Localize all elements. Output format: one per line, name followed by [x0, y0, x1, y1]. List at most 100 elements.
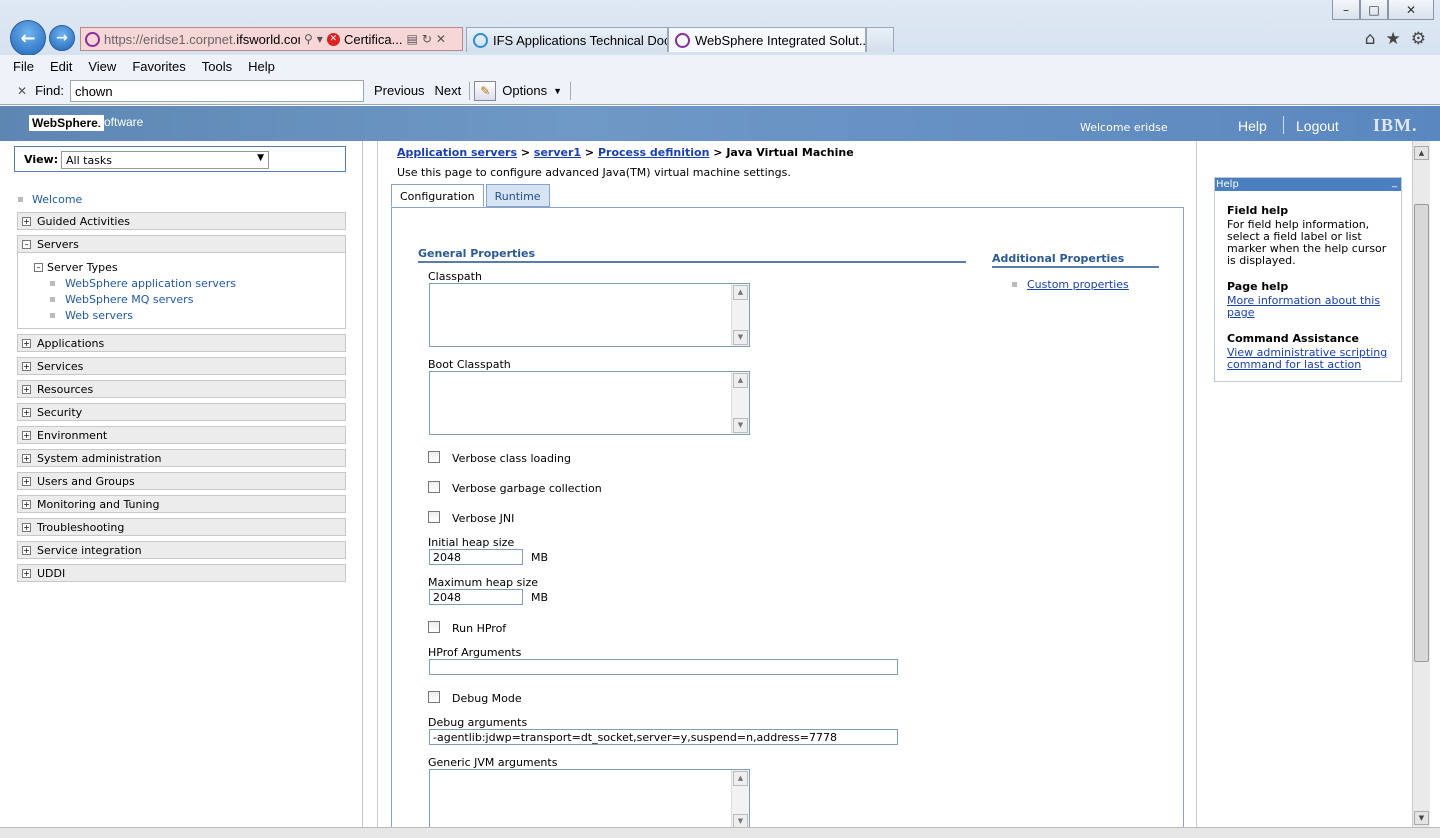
- expand-icon[interactable]: +: [22, 522, 31, 532]
- verbose-jni-label[interactable]: Verbose JNI: [452, 512, 514, 525]
- debug-arguments-label[interactable]: Debug arguments: [428, 716, 527, 729]
- nav-welcome[interactable]: Welcome: [18, 193, 82, 206]
- custom-properties-link[interactable]: Custom properties: [1027, 278, 1129, 291]
- address-bar[interactable]: https://eridse1.corpnet.ifsworld.com/ ⚲ …: [80, 27, 463, 51]
- certificate-error-icon[interactable]: ✕: [326, 32, 340, 46]
- find-previous-button[interactable]: Previous: [374, 83, 425, 98]
- minimize-icon[interactable]: –: [1332, 0, 1360, 20]
- search-icon[interactable]: ⚲: [304, 32, 313, 46]
- chevron-down-icon[interactable]: ▼: [553, 86, 562, 96]
- initial-heap-label[interactable]: Initial heap size: [428, 536, 514, 549]
- nav-users-and-groups[interactable]: + Users and Groups: [17, 472, 346, 490]
- expand-icon[interactable]: +: [22, 499, 31, 509]
- verbose-gc-label[interactable]: Verbose garbage collection: [452, 482, 602, 495]
- menu-file[interactable]: File: [13, 59, 34, 74]
- highlight-pen-icon[interactable]: ✎: [474, 80, 497, 101]
- home-icon[interactable]: ⌂: [1365, 29, 1376, 49]
- textarea-scrollbar[interactable]: ▲ ▼: [731, 770, 749, 830]
- breadcrumb-application-servers[interactable]: Application servers: [397, 146, 517, 159]
- maximize-icon[interactable]: □: [1360, 0, 1388, 20]
- nav-security[interactable]: + Security: [17, 403, 346, 421]
- expand-icon[interactable]: +: [22, 545, 31, 555]
- max-heap-label[interactable]: Maximum heap size: [428, 576, 538, 589]
- header-help-link[interactable]: Help: [1238, 118, 1267, 134]
- scroll-down-icon[interactable]: ▼: [1414, 811, 1429, 825]
- expand-icon[interactable]: +: [22, 407, 31, 417]
- textarea-scrollbar[interactable]: ▲ ▼: [731, 372, 749, 434]
- hprof-arguments-label[interactable]: HProf Arguments: [428, 646, 521, 659]
- command-assistance-link[interactable]: View administrative scripting command fo…: [1227, 347, 1395, 371]
- custom-properties-item[interactable]: Custom properties: [1012, 278, 1129, 291]
- verbose-class-loading-checkbox[interactable]: [428, 451, 440, 463]
- find-options-button[interactable]: Options: [502, 83, 547, 98]
- expand-icon[interactable]: +: [22, 453, 31, 463]
- browser-tab-websphere[interactable]: WebSphere Integrated Solut... ✕: [668, 27, 866, 52]
- menu-tools[interactable]: Tools: [202, 59, 232, 74]
- find-input[interactable]: chown: [69, 79, 364, 102]
- nav-service-integration[interactable]: + Service integration: [17, 541, 346, 559]
- scroll-up-icon[interactable]: ▲: [733, 771, 748, 786]
- nav-guided-activities[interactable]: + Guided Activities: [17, 212, 346, 230]
- menu-favorites[interactable]: Favorites: [132, 59, 185, 74]
- nav-web-servers[interactable]: Web servers: [50, 309, 133, 322]
- page-scrollbar[interactable]: ▲ ▼: [1412, 141, 1430, 827]
- tab-runtime[interactable]: Runtime: [485, 184, 550, 207]
- debug-arguments-input[interactable]: -agentlib:jdwp=transport=dt_socket,serve…: [429, 729, 898, 745]
- verbose-jni-checkbox[interactable]: [428, 511, 440, 523]
- close-find-icon[interactable]: ✕: [17, 84, 27, 98]
- scroll-up-icon[interactable]: ▲: [733, 285, 748, 300]
- find-next-button[interactable]: Next: [435, 83, 462, 98]
- browser-tab-ifs[interactable]: IFS Applications Technical Doc...: [466, 27, 668, 52]
- nav-environment[interactable]: + Environment: [17, 426, 346, 444]
- new-tab-button[interactable]: [866, 27, 894, 52]
- nav-applications[interactable]: + Applications: [17, 334, 346, 352]
- verbose-gc-checkbox[interactable]: [428, 481, 440, 493]
- tab-configuration[interactable]: Configuration: [391, 184, 484, 207]
- certificate-label[interactable]: Certifica...: [344, 32, 403, 47]
- scrollbar-thumb[interactable]: [1414, 204, 1429, 662]
- nav-services[interactable]: + Services: [17, 357, 346, 375]
- scroll-down-icon[interactable]: ▼: [733, 418, 748, 433]
- collapse-icon[interactable]: –: [22, 239, 31, 249]
- expand-icon[interactable]: +: [22, 476, 31, 486]
- minimize-icon[interactable]: _: [1392, 176, 1397, 189]
- generic-jvm-arguments-label[interactable]: Generic JVM arguments: [428, 756, 557, 769]
- verbose-class-loading-label[interactable]: Verbose class loading: [452, 452, 571, 465]
- expand-icon[interactable]: +: [22, 430, 31, 440]
- compat-view-icon[interactable]: ▤: [406, 32, 417, 46]
- nav-link-label[interactable]: WebSphere MQ servers: [65, 293, 193, 306]
- page-help-link[interactable]: More information about this page: [1227, 295, 1395, 319]
- nav-uddi[interactable]: + UDDI: [17, 564, 346, 582]
- collapse-icon[interactable]: –: [34, 263, 43, 272]
- nav-server-types[interactable]: – Server Types: [34, 261, 118, 274]
- debug-mode-checkbox[interactable]: [428, 691, 440, 703]
- classpath-textarea[interactable]: ▲ ▼: [429, 283, 750, 347]
- view-select[interactable]: All tasks ▼: [61, 151, 269, 169]
- refresh-icon[interactable]: ↻: [422, 32, 432, 46]
- scroll-up-icon[interactable]: ▲: [1414, 146, 1429, 160]
- expand-icon[interactable]: +: [22, 384, 31, 394]
- expand-icon[interactable]: +: [22, 568, 31, 578]
- initial-heap-input[interactable]: 2048: [429, 549, 523, 565]
- nav-system-administration[interactable]: + System administration: [17, 449, 346, 467]
- breadcrumb-server1[interactable]: server1: [534, 146, 581, 159]
- nav-resources[interactable]: + Resources: [17, 380, 346, 398]
- scroll-down-icon[interactable]: ▼: [733, 330, 748, 345]
- address-url[interactable]: https://eridse1.corpnet.ifsworld.com/: [104, 32, 300, 47]
- generic-jvm-arguments-textarea[interactable]: ▲ ▼: [429, 769, 750, 831]
- nav-websphere-app-servers[interactable]: WebSphere application servers: [50, 277, 236, 290]
- max-heap-input[interactable]: 2048: [429, 589, 523, 605]
- nav-welcome-label[interactable]: Welcome: [32, 193, 82, 206]
- nav-troubleshooting[interactable]: + Troubleshooting: [17, 518, 346, 536]
- logout-link[interactable]: Logout: [1296, 118, 1339, 134]
- close-window-icon[interactable]: ✕: [1388, 0, 1434, 20]
- nav-link-label[interactable]: WebSphere application servers: [65, 277, 236, 290]
- menu-help[interactable]: Help: [248, 59, 275, 74]
- run-hprof-label[interactable]: Run HProf: [452, 622, 506, 635]
- back-button[interactable]: ←: [10, 20, 46, 56]
- expand-icon[interactable]: +: [22, 361, 31, 371]
- expand-icon[interactable]: +: [22, 338, 31, 348]
- stop-icon[interactable]: ✕: [436, 32, 446, 46]
- gear-icon[interactable]: ⚙: [1411, 29, 1426, 49]
- textarea-scrollbar[interactable]: ▲ ▼: [731, 284, 749, 346]
